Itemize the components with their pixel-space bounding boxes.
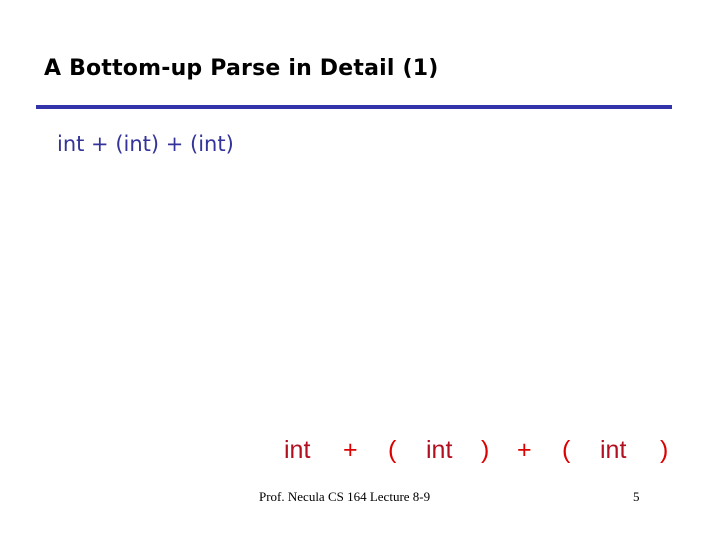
token: ( [562,436,571,464]
token: ) [660,436,669,464]
token: + [517,436,532,464]
slide-title: A Bottom-up Parse in Detail (1) [44,56,439,81]
token: ( [388,436,397,464]
footer-text: Prof. Necula CS 164 Lecture 8-9 [259,489,431,504]
token-sequence: int + ( int ) + ( int ) [0,436,720,466]
token: ) [481,436,490,464]
title-divider [36,105,672,109]
token: int [284,436,311,464]
input-string: int + (int) + (int) [57,132,234,156]
token: + [343,436,358,464]
token: int [426,436,453,464]
page-number: 5 [633,489,640,504]
token: int [600,436,627,464]
